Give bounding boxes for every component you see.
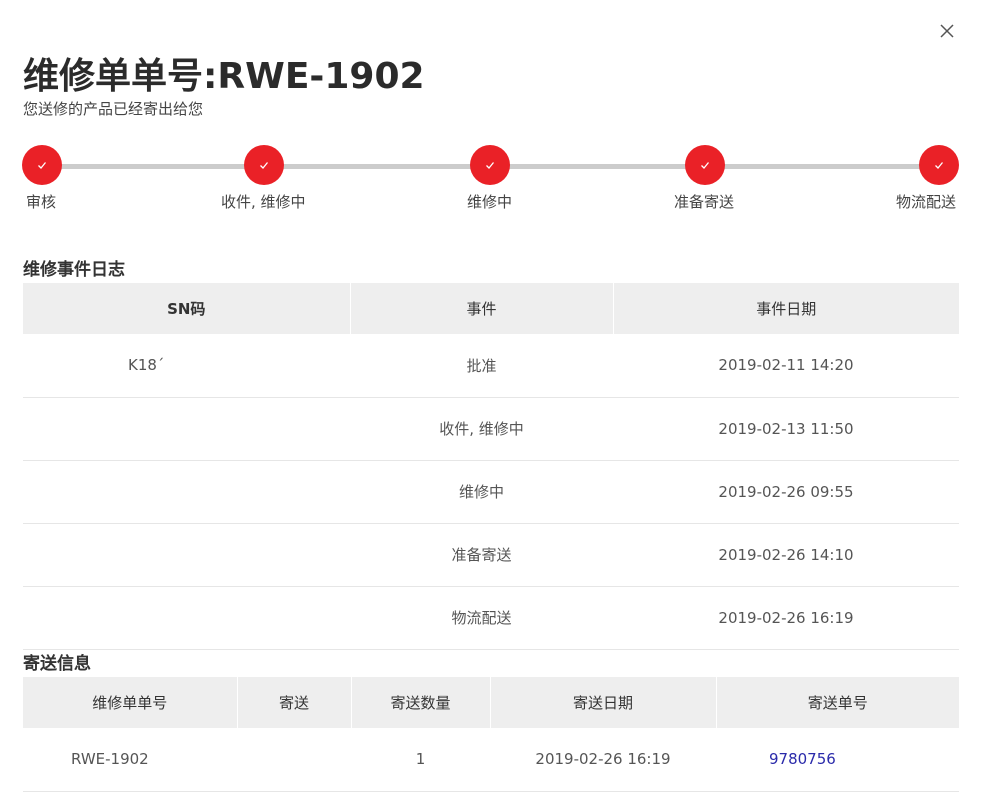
column-header-event-date: 事件日期 (613, 283, 959, 334)
shipping-section-title: 寄送信息 (23, 654, 91, 674)
cell-date: 2019-02-26 09:55 (613, 460, 959, 524)
tracking-number-link[interactable]: 9780756 (769, 750, 836, 768)
step-5-label: 物流配送 (896, 193, 957, 211)
cell-date: 2019-02-13 11:50 (613, 397, 959, 461)
shipping-table: 维修单单号 寄送 寄送数量 寄送日期 寄送单号 RWE-1902 1 2019-… (23, 677, 959, 792)
events-section-title: 维修事件日志 (23, 260, 125, 280)
check-icon (701, 162, 710, 169)
cell-date: 2019-02-11 14:20 (613, 334, 959, 398)
step-1-circle (22, 145, 62, 185)
close-icon (940, 24, 954, 38)
check-icon (260, 162, 269, 169)
table-row: 物流配送 2019-02-26 16:19 (23, 586, 959, 650)
close-button[interactable] (936, 20, 958, 42)
column-header-quantity: 寄送数量 (351, 677, 491, 728)
cell-sn (23, 523, 350, 587)
check-icon (486, 162, 495, 169)
step-2-circle (244, 145, 284, 185)
step-3-circle (470, 145, 510, 185)
cell-event: 批准 (350, 334, 613, 398)
cell-sn (23, 460, 350, 524)
cell-event: 准备寄送 (350, 523, 613, 587)
table-row: RWE-1902 1 2019-02-26 16:19 9780756 (23, 728, 959, 792)
cell-event: 维修中 (350, 460, 613, 524)
check-icon (935, 162, 944, 169)
table-header-row: SN码 事件 事件日期 (23, 283, 959, 334)
cell-sn (23, 397, 350, 461)
page-subtitle: 您送修的产品已经寄出给您 (23, 100, 204, 118)
progress-stepper: 审核 收件, 维修中 维修中 准备寄送 物流配送 (0, 140, 982, 220)
cell-event: 收件, 维修中 (350, 397, 613, 461)
cell-quantity: 1 (351, 728, 490, 792)
column-header-order-number: 维修单单号 (23, 677, 238, 728)
step-3-label: 维修中 (467, 193, 513, 211)
cell-tracking-number: 9780756 (716, 728, 959, 792)
cell-date: 2019-02-26 16:19 (613, 586, 959, 650)
step-1-label: 审核 (26, 193, 57, 211)
column-header-ship-date: 寄送日期 (490, 677, 717, 728)
cell-order-number: RWE-1902 (23, 728, 237, 792)
page-title: 维修单单号:RWE-1902 (23, 56, 425, 97)
cell-ship (237, 728, 351, 792)
column-header-ship: 寄送 (237, 677, 352, 728)
cell-date: 2019-02-26 14:10 (613, 523, 959, 587)
cell-sn (23, 586, 350, 650)
table-header-row: 维修单单号 寄送 寄送数量 寄送日期 寄送单号 (23, 677, 959, 728)
step-5-circle (919, 145, 959, 185)
table-row: 收件, 维修中 2019-02-13 11:50 (23, 397, 959, 461)
cell-sn: K18´ (23, 334, 350, 398)
cell-ship-date: 2019-02-26 16:19 (490, 728, 716, 792)
column-header-tracking-number: 寄送单号 (716, 677, 959, 728)
check-icon (38, 162, 47, 169)
step-2-label: 收件, 维修中 (221, 193, 306, 211)
column-header-sn: SN码 (23, 283, 351, 334)
table-row: K18´ 批准 2019-02-11 14:20 (23, 334, 959, 398)
cell-event: 物流配送 (350, 586, 613, 650)
table-row: 维修中 2019-02-26 09:55 (23, 460, 959, 524)
events-table: SN码 事件 事件日期 K18´ 批准 2019-02-11 14:20 收件,… (23, 283, 959, 650)
step-4-circle (685, 145, 725, 185)
table-row: 准备寄送 2019-02-26 14:10 (23, 523, 959, 587)
step-4-label: 准备寄送 (674, 193, 735, 211)
column-header-event: 事件 (350, 283, 614, 334)
